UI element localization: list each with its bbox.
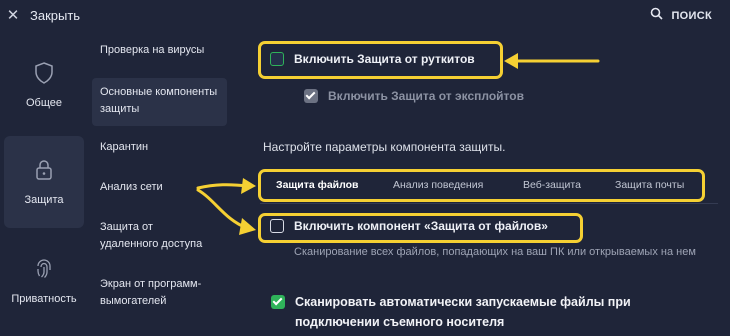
close-button[interactable]: ✕ Закрыть xyxy=(6,4,80,26)
lock-icon xyxy=(35,159,53,186)
rootkit-option[interactable]: Включить Защита от руткитов xyxy=(270,52,475,66)
file-shield-option[interactable]: Включить компонент «Защита от файлов» xyxy=(270,219,548,233)
exploit-label: Включить Защита от эксплойтов xyxy=(328,89,524,103)
subnav-item-label: Анализ сети xyxy=(100,181,163,193)
nav-item-label: Общее xyxy=(25,97,63,109)
fingerprint-icon xyxy=(34,258,54,285)
file-shield-label: Включить компонент «Защита от файлов» xyxy=(294,219,548,233)
nav-item-label: Приватность xyxy=(11,293,77,305)
tab-behavior-shield[interactable]: Анализ поведения xyxy=(393,179,483,191)
file-shield-checkbox[interactable] xyxy=(270,219,284,233)
subnav-item-core-shields[interactable]: Основные компоненты защиты xyxy=(92,78,227,126)
subnav-item-remote-access[interactable]: Защита от удаленного доступа xyxy=(92,219,220,253)
rootkit-checkbox[interactable] xyxy=(270,52,284,66)
subnav-item-quarantine[interactable]: Карантин xyxy=(92,139,227,156)
autorun-option[interactable]: Сканировать автоматически запускаемые фа… xyxy=(271,292,701,332)
subnav-item-label: Карантин xyxy=(100,141,149,153)
subnav-item-ransomware-shield[interactable]: Экран от программ-вымогателей xyxy=(92,276,220,310)
nav-item-privacy[interactable]: Приватность xyxy=(4,258,84,310)
tab-file-shield[interactable]: Защита файлов xyxy=(276,179,359,191)
tab-bar: Защита файлов Анализ поведения Веб-защит… xyxy=(260,172,705,200)
tabs-divider xyxy=(260,203,718,204)
exploit-checkbox[interactable] xyxy=(304,89,318,103)
exploit-option[interactable]: Включить Защита от эксплойтов xyxy=(304,89,524,103)
rootkit-label: Включить Защита от руткитов xyxy=(294,52,475,66)
subnav-item-virus-scan[interactable]: Проверка на вирусы xyxy=(92,42,227,59)
nav-item-protection[interactable]: Защита xyxy=(4,136,84,228)
file-shield-description: Сканирование всех файлов, попадающих на … xyxy=(294,246,696,258)
nav-item-label: Защита xyxy=(24,193,64,206)
content-panel: Включить Защита от руткитов Включить Защ… xyxy=(250,0,730,336)
autorun-checkbox[interactable] xyxy=(271,295,285,309)
tab-mail-shield[interactable]: Защита почты xyxy=(615,179,684,191)
tab-web-shield[interactable]: Веб-защита xyxy=(523,179,581,191)
shield-icon xyxy=(34,62,54,89)
close-label: Закрыть xyxy=(30,7,81,23)
section-title: Настройте параметры компонента защиты. xyxy=(263,140,506,154)
autorun-label: Сканировать автоматически запускаемые фа… xyxy=(295,295,631,329)
subnav-item-label: Экран от программ-вымогателей xyxy=(100,278,202,307)
close-icon: ✕ xyxy=(6,7,20,24)
subnav-item-network-inspector[interactable]: Анализ сети xyxy=(92,179,227,196)
nav-item-general[interactable]: Общее xyxy=(4,58,84,118)
subnav-item-label: Основные компоненты защиты xyxy=(100,86,218,115)
subnav-item-label: Защита от удаленного доступа xyxy=(100,221,203,250)
subnav-item-label: Проверка на вирусы xyxy=(100,44,205,56)
